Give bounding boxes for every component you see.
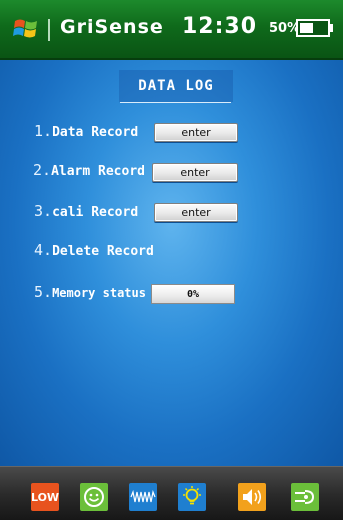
- speaker-icon[interactable]: [238, 483, 266, 511]
- main-panel: DATA LOG 1.Data Record enter 2.Alarm Rec…: [0, 60, 343, 466]
- data-record-enter-button[interactable]: enter: [154, 123, 238, 142]
- header-separator: [48, 19, 50, 41]
- battery-fill: [300, 23, 313, 33]
- menu-item-label: Memory status: [52, 286, 146, 300]
- waveform-icon[interactable]: [129, 483, 157, 511]
- battery-icon: [296, 19, 330, 37]
- battery-tip: [330, 24, 333, 32]
- memory-status-value: 0%: [151, 284, 235, 304]
- menu-item-number: 1.: [34, 122, 53, 140]
- menu-item-label: Data Record: [52, 125, 139, 140]
- alarm-record-enter-button[interactable]: enter: [152, 163, 238, 182]
- device-screen: GriSense 12:30 50% DATA LOG 1.Data Recor…: [0, 0, 343, 520]
- menu-item-number: 2.: [33, 161, 52, 179]
- menu-item-label: Delete Record: [52, 244, 154, 259]
- menu-item-number: 3.: [34, 202, 53, 220]
- bottom-toolbar: LOW: [0, 466, 343, 520]
- smiley-icon[interactable]: [80, 483, 108, 511]
- clock: 12:30: [182, 14, 258, 39]
- menu-item-cali-record: 3.cali Record: [34, 202, 138, 220]
- menu-item-number: 4.: [34, 241, 53, 259]
- title-underline: [120, 102, 231, 103]
- menu-item-memory-status: 5.Memory status: [34, 283, 146, 301]
- menu-item-data-record: 1.Data Record: [34, 122, 138, 140]
- menu-item-label: cali Record: [52, 205, 139, 220]
- title-box: DATA LOG: [119, 70, 233, 102]
- page-title: DATA LOG: [138, 78, 214, 94]
- windows-logo-icon[interactable]: [13, 17, 39, 41]
- low-battery-label: LOW: [30, 490, 60, 504]
- status-bar: GriSense 12:30 50%: [0, 0, 343, 60]
- low-battery-icon[interactable]: LOW: [31, 483, 59, 511]
- menu-item-alarm-record: 2.Alarm Record: [33, 161, 145, 179]
- app-brand: GriSense: [60, 16, 164, 38]
- menu-item-label: Alarm Record: [51, 164, 145, 179]
- cali-record-enter-button[interactable]: enter: [154, 203, 238, 222]
- sensor-icon[interactable]: [291, 483, 319, 511]
- menu-item-number: 5.: [34, 283, 53, 301]
- lightbulb-icon[interactable]: [178, 483, 206, 511]
- menu-item-delete-record[interactable]: 4.Delete Record: [34, 241, 154, 259]
